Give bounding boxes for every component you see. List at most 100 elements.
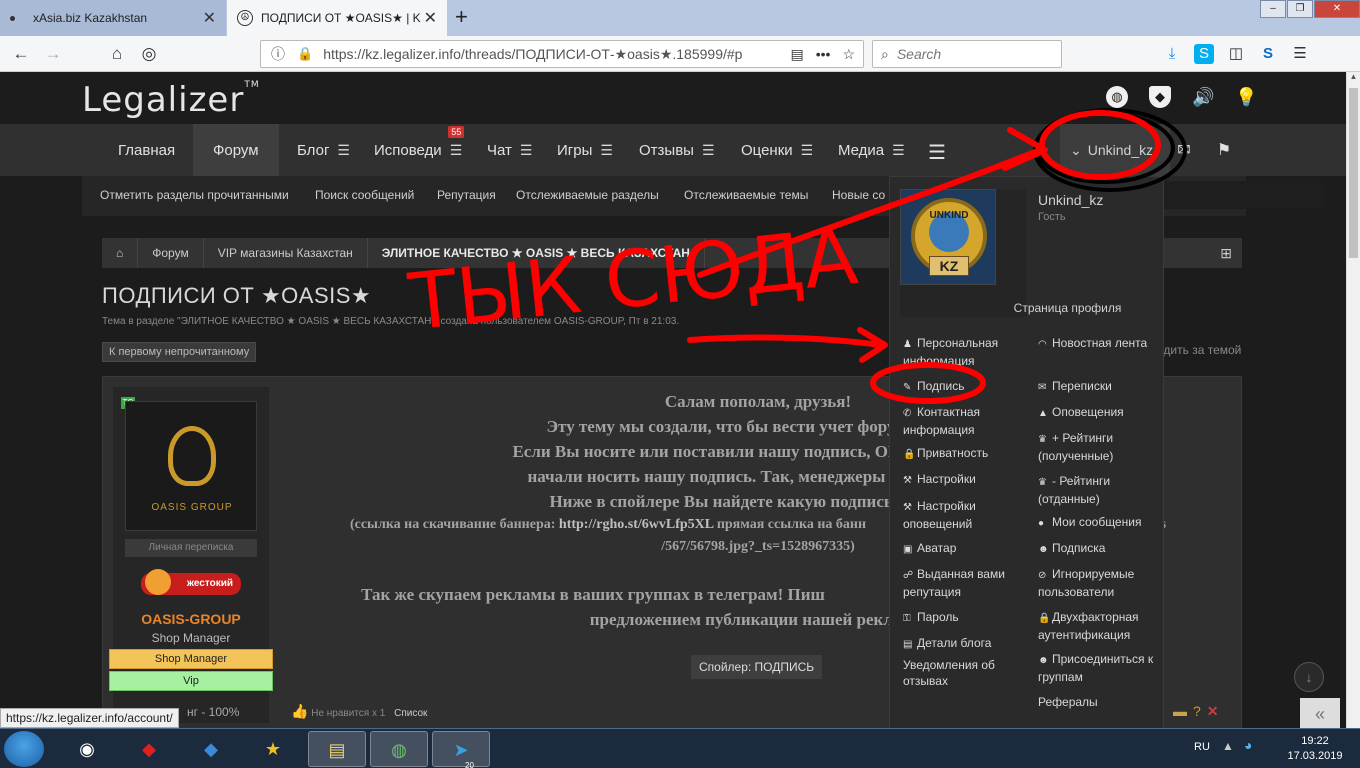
new-tab-icon[interactable]: + — [455, 4, 468, 30]
dropdown-item[interactable]: ✆ Контактная информация — [903, 404, 1023, 438]
menu-icon[interactable]: ☰ — [702, 142, 715, 159]
info-icon[interactable]: ⓘ — [271, 44, 285, 64]
private-message-button[interactable]: Личная переписка — [125, 539, 257, 557]
dropdown-item[interactable]: ✎ Подпись — [903, 378, 1023, 396]
back-icon[interactable]: ← — [8, 42, 34, 66]
language-indicator[interactable]: RU — [1194, 741, 1210, 753]
home-icon[interactable]: ⌂ — [102, 238, 139, 268]
network-icon[interactable]: ◕ — [1244, 737, 1252, 753]
tab-xasia[interactable]: xAsia.biz Kazakhstan ✕ — [0, 0, 226, 36]
forward-icon[interactable]: → — [40, 42, 66, 66]
page-scrollbar[interactable]: ▲ — [1346, 72, 1360, 730]
dropdown-item[interactable]: ☻ Присоединиться к группам — [1038, 651, 1160, 685]
windows-start-icon[interactable] — [4, 731, 44, 767]
profile-page-link[interactable]: Страница профиля — [930, 301, 1205, 315]
briefcase-icon[interactable]: ▬ — [1173, 703, 1187, 720]
hamburger-menu-icon[interactable]: ☰ — [927, 140, 947, 164]
lock-icon[interactable]: 🔒 — [297, 46, 313, 62]
subnav-mark-read[interactable]: Отметить разделы прочитанными — [100, 188, 289, 202]
dropdown-item[interactable]: ⊘ Игнорируемые пользователи — [1038, 566, 1160, 600]
dropdown-item[interactable]: ☻ Подписка — [1038, 540, 1160, 558]
dropdown-username[interactable]: Unkind_kz — [1038, 192, 1103, 208]
roblox-studio-icon[interactable]: ◆ — [182, 731, 240, 767]
avatar[interactable]: OASIS GROUP — [125, 401, 257, 531]
first-unread-button[interactable]: К первому непрочитанному — [102, 342, 257, 362]
more-icon[interactable]: ••• — [816, 46, 831, 63]
close-icon[interactable]: ✕ — [424, 8, 437, 28]
maximize-icon[interactable]: ❐ — [1287, 0, 1313, 18]
menu-icon[interactable]: ☰ — [450, 142, 463, 159]
clock[interactable]: 19:22 17.03.2019 — [1282, 734, 1348, 764]
minimize-icon[interactable]: – — [1260, 0, 1286, 18]
menu-icon[interactable]: ☰ — [337, 142, 350, 159]
collapse-sidebar-icon[interactable]: « — [1300, 698, 1340, 730]
nav-games[interactable]: Игры ☰ — [557, 124, 613, 176]
menu-icon[interactable]: ☰ — [520, 142, 533, 159]
lightbulb-icon[interactable]: 💡 — [1235, 86, 1257, 108]
menu-icon[interactable]: ☰ — [892, 142, 905, 159]
reader-icon[interactable]: ▤ — [790, 46, 803, 63]
dropdown-item[interactable]: ✉ Переписки — [1038, 378, 1160, 396]
tab-oasis[interactable]: ☮ ПОДПИСИ ОТ ★OASIS★ | Ka ✕ — [227, 0, 447, 36]
dropdown-item[interactable]: ▲ Оповещения — [1038, 404, 1160, 422]
sidebar-icon[interactable]: ◫ — [1226, 44, 1246, 64]
dropdown-item[interactable]: Рефералы — [1038, 694, 1160, 710]
nav-forum[interactable]: Форум — [193, 124, 279, 176]
flag-icon[interactable]: ⚑ — [1214, 140, 1234, 160]
nav-ratings[interactable]: Оценки ☰ — [741, 124, 813, 176]
close-icon[interactable]: ✕ — [203, 8, 216, 28]
menu-icon[interactable]: ☰ — [1290, 44, 1310, 64]
dropdown-item[interactable]: 🔒 Двухфакторная аутентификация — [1038, 609, 1160, 643]
sitemap-icon[interactable]: ⊞ — [1220, 245, 1232, 262]
spoiler-button[interactable]: Спойлер: ПОДПИСЬ — [691, 655, 823, 679]
likes-list-link[interactable]: Список — [394, 708, 427, 719]
nav-blog[interactable]: Блог ☰ — [297, 124, 350, 176]
nav-media[interactable]: Медиа ☰ — [838, 124, 905, 176]
subnav-search-field[interactable] — [1152, 181, 1324, 209]
dropdown-item[interactable]: ◠ Новостная лента — [1038, 335, 1160, 353]
globe-app-icon[interactable]: ◍ — [370, 731, 428, 767]
subnav-watched-threads[interactable]: Отслеживаемые темы — [684, 188, 808, 202]
delete-icon[interactable]: ✕ — [1207, 703, 1219, 720]
nav-home[interactable]: Главная — [118, 124, 175, 176]
post-username[interactable]: OASIS-GROUP — [113, 611, 269, 627]
dropdown-item[interactable]: Уведомления об отзывах — [903, 657, 1023, 689]
avatar[interactable]: UNKIND KZ — [900, 189, 996, 285]
dropdown-item[interactable]: ♛ - Рейтинги (отданные) — [1038, 473, 1160, 507]
subnav-reputation[interactable]: Репутация — [437, 188, 496, 202]
mail-icon[interactable]: ✉ — [1174, 140, 1194, 160]
roblox-icon[interactable]: ◆ — [120, 731, 178, 767]
close-window-icon[interactable]: ✕ — [1314, 0, 1360, 18]
dropdown-item[interactable]: ♛ + Рейтинги (полученные) — [1038, 430, 1160, 464]
scroll-down-icon[interactable]: ↓ — [1294, 662, 1324, 692]
breadcrumb-section[interactable]: ЭЛИТНОЕ КАЧЕСТВО ★ OASIS ★ ВЕСЬ КАЗАХСТА… — [368, 238, 705, 268]
telegram-icon[interactable]: ➤ 20 — [432, 731, 490, 768]
star-app-icon[interactable]: ★ — [244, 731, 302, 767]
question-icon[interactable]: ? — [1193, 703, 1201, 720]
dropdown-item[interactable]: 🔒 Приватность — [903, 445, 1023, 463]
menu-icon[interactable]: ☰ — [600, 142, 613, 159]
dropdown-item[interactable]: ▤ Детали блога — [903, 635, 1023, 653]
shield-icon[interactable]: ◆ — [1149, 86, 1171, 108]
breadcrumb-forum[interactable]: Форум — [138, 238, 204, 268]
home-icon[interactable]: ⌂ — [104, 42, 130, 66]
site-logo[interactable]: LegalizerTM — [82, 80, 260, 120]
subnav-watched-forums[interactable]: Отслеживаемые разделы — [516, 188, 659, 202]
banner-download-link[interactable]: http://rgho.st/6wvLfp5XL — [559, 517, 713, 532]
dropdown-item[interactable]: ☍ Выданная вами репутация — [903, 566, 1023, 600]
chrome-icon[interactable]: ◉ — [58, 731, 116, 767]
nav-confessions[interactable]: Исповеди ☰ 55 — [374, 124, 465, 176]
dropdown-item[interactable]: ▣ Аватар — [903, 540, 1023, 558]
search-input[interactable]: ⌕ Search — [872, 40, 1062, 68]
address-bar[interactable]: ⓘ 🔒 https://kz.legalizer.info/threads/ПО… — [260, 40, 864, 68]
globe-icon[interactable]: ◍ — [1106, 86, 1128, 108]
dropdown-item[interactable]: ⚿ Пароль — [903, 609, 1023, 627]
dropdown-item[interactable]: ♟ Персональная информация — [903, 335, 1023, 369]
scroll-up-arrow-icon[interactable]: ▲ — [1347, 72, 1360, 86]
thumbs-up-icon[interactable]: 👍 — [291, 703, 308, 719]
scrollbar-thumb[interactable] — [1349, 88, 1358, 258]
menu-icon[interactable]: ☰ — [801, 142, 814, 159]
nav-chat[interactable]: Чат ☰ — [487, 124, 532, 176]
user-menu-button[interactable]: ⌄ Unkind_kz — [1060, 124, 1170, 176]
bookmark-star-icon[interactable]: ☆ — [842, 46, 855, 63]
